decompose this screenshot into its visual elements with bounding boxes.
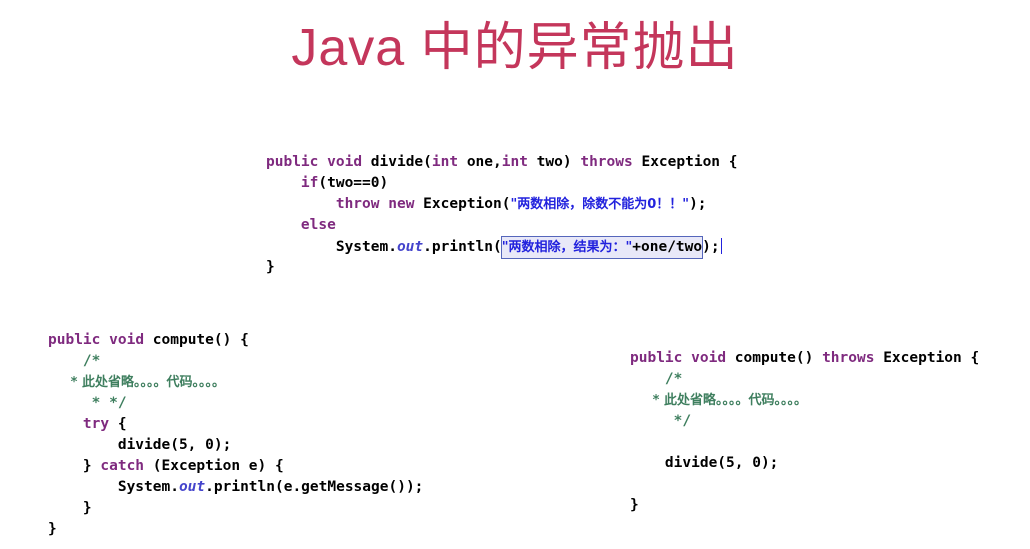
code-token-kw: public: [48, 332, 101, 348]
code-snippet-compute-try-catch[interactable]: public void compute() { /* * 此处省略。。。。代码。…: [48, 330, 423, 540]
code-token-str: "两数相除，结果为：": [501, 240, 633, 255]
code-line: /*: [48, 351, 423, 372]
code-token-cmt: */: [630, 413, 692, 429]
code-token-plain: }: [48, 458, 101, 474]
code-token-plain: Exception {: [632, 154, 738, 170]
code-token-cmt: * 此处省略。。。。代码。。。。: [630, 393, 807, 408]
code-line: }: [630, 495, 979, 516]
code-line: public void compute() throws Exception {: [630, 348, 979, 369]
code-token-plain: }: [48, 521, 57, 537]
code-token-plain: );: [702, 239, 720, 255]
code-token-kw: int: [431, 154, 459, 170]
code-token-plain: Exception {: [874, 350, 980, 366]
code-token-plain: {: [109, 416, 127, 432]
code-token-cmt: * */: [48, 395, 127, 411]
code-token-field: out: [396, 239, 424, 255]
code-token-kw: try: [82, 416, 110, 432]
code-token-cmt: * 此处省略。。。。代码。。。。: [48, 375, 225, 390]
code-token-kw: if: [300, 175, 319, 191]
code-line: } catch (Exception e) {: [48, 456, 423, 477]
code-line: if(two==0): [266, 173, 738, 194]
code-token-field: out: [178, 479, 206, 495]
code-token-plain: two): [527, 154, 581, 170]
code-token-plain: compute(): [726, 350, 823, 366]
code-token-plain: +one/two: [632, 239, 703, 255]
code-line: try {: [48, 414, 423, 435]
slide-canvas: { "slide": { "title": "Java 中的异常抛出", "ti…: [0, 0, 1030, 549]
code-token-cmt: /*: [630, 371, 683, 387]
code-token-plain: }: [266, 259, 275, 275]
code-token-plain: );: [689, 196, 707, 212]
page-title: Java 中的异常抛出: [291, 19, 739, 77]
code-token-kw: catch: [100, 458, 145, 474]
code-token-plain: one,: [458, 154, 502, 170]
code-line: }: [48, 519, 423, 540]
code-token-plain: compute() {: [144, 332, 249, 348]
code-token-plain: divide(: [362, 154, 432, 170]
text-caret: [720, 238, 722, 254]
code-token-kw: public: [266, 154, 319, 170]
code-line: public void compute() {: [48, 330, 423, 351]
code-token-plain: (two==0): [318, 175, 389, 191]
code-line: throw new Exception("两数相除，除数不能为0！！");: [266, 194, 738, 215]
code-line: divide(5, 0);: [48, 435, 423, 456]
code-token-kw: new: [388, 196, 415, 212]
code-token-kw: throws: [822, 350, 875, 366]
code-token-kw: throws: [580, 154, 633, 170]
code-token-plain: divide(5, 0);: [630, 455, 779, 471]
code-line: }: [48, 498, 423, 519]
code-line: */: [630, 411, 979, 432]
code-line: divide(5, 0);: [630, 453, 979, 474]
code-line: else: [266, 215, 738, 236]
code-line: System.out.println(e.getMessage());: [48, 477, 424, 498]
code-token-kw: void: [691, 350, 727, 366]
code-token-kw: throw: [335, 196, 380, 212]
code-token-plain: }: [630, 497, 639, 513]
code-token-kw: public: [630, 350, 683, 366]
code-token-plain: System.: [266, 239, 397, 255]
code-token-kw: int: [501, 154, 528, 170]
code-token-plain: (Exception e) {: [144, 458, 284, 474]
code-token-str: "两数相除，除数不能为0！！": [510, 197, 690, 212]
code-token-plain: Exception(: [414, 196, 511, 212]
code-snippet-divide[interactable]: public void divide(int one,int two) thro…: [266, 152, 738, 278]
code-token-plain: }: [48, 500, 92, 516]
code-token-plain: .println(: [423, 239, 502, 255]
code-snippet-compute-throws[interactable]: public void compute() throws Exception {…: [630, 348, 979, 516]
code-line: System.out.println("两数相除，结果为："+one/two);: [266, 236, 738, 259]
code-line: public void divide(int one,int two) thro…: [266, 152, 738, 173]
code-line: * 此处省略。。。。代码。。。。: [48, 372, 423, 393]
editor-selection-highlight[interactable]: "两数相除，结果为："+one/two: [500, 236, 704, 259]
code-line: * */: [48, 393, 423, 414]
code-token-plain: divide(5, 0);: [48, 437, 232, 453]
code-token-plain: .println(e.getMessage());: [205, 479, 424, 495]
code-token-kw: else: [300, 217, 336, 233]
code-line: /*: [630, 369, 979, 390]
code-line: * 此处省略。。。。代码。。。。: [630, 390, 979, 411]
code-token-cmt: /*: [48, 353, 101, 369]
code-token-kw: void: [109, 332, 145, 348]
code-line: }: [266, 257, 738, 278]
code-token-kw: void: [327, 154, 363, 170]
code-token-plain: System.: [48, 479, 179, 495]
